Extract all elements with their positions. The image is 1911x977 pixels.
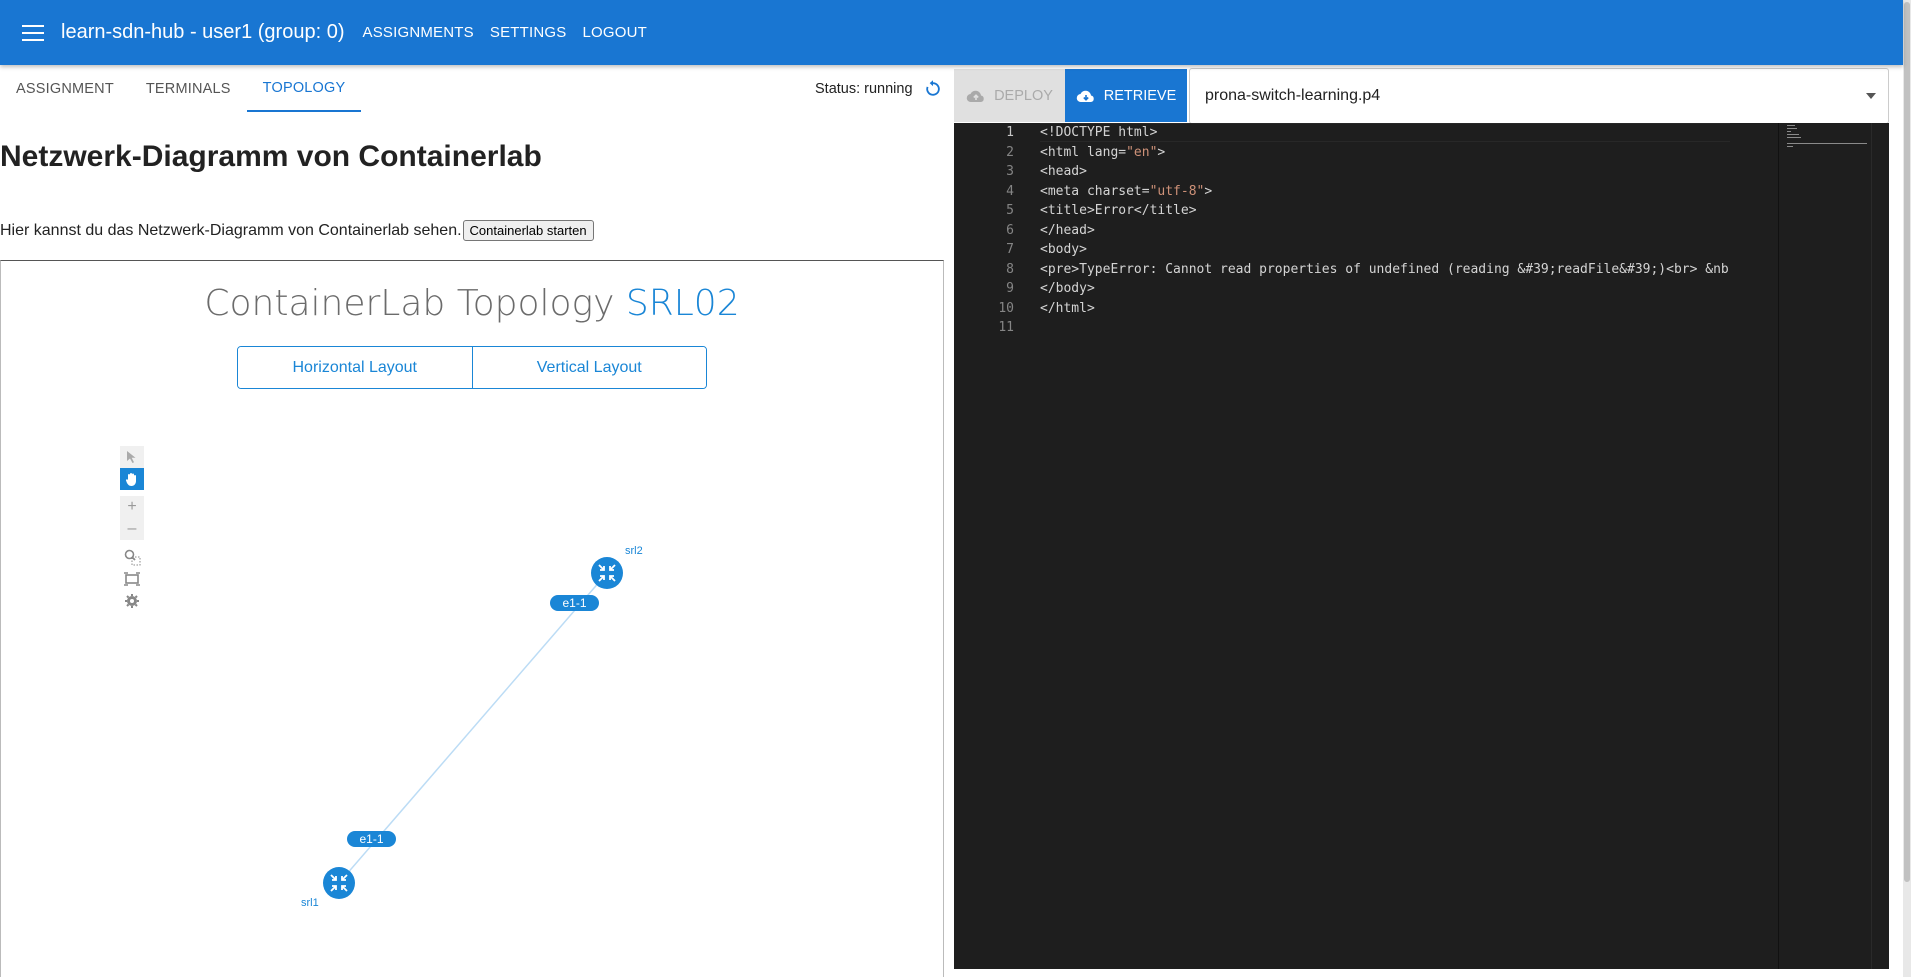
status-label: Status: running [815, 81, 913, 97]
retrieve-label: RETRIEVE [1103, 87, 1177, 104]
minimap-line [1787, 143, 1867, 144]
editor-pane: DEPLOY RETRIEVE prona-switch-learning.p4… [954, 65, 1889, 970]
cloud-download-icon [1076, 90, 1094, 102]
minimap-line [1787, 125, 1795, 126]
nav-logout[interactable]: LOGOUT [582, 24, 647, 41]
tab-terminals[interactable]: TERMINALS [130, 65, 247, 112]
line-number: 6 [1006, 222, 1014, 238]
chevron-down-icon [1866, 93, 1876, 99]
line-number: 9 [1006, 281, 1014, 296]
svg-text:e1-1: e1-1 [562, 596, 586, 610]
node-srl1-icon[interactable] [323, 867, 355, 899]
zoom-selection-icon[interactable] [120, 546, 144, 568]
intro-line: Hier kannst du das Netzwerk-Diagramm von… [0, 220, 594, 241]
select-pointer-icon[interactable] [120, 446, 144, 468]
settings-gear-icon[interactable] [120, 590, 144, 612]
intro-text: Hier kannst du das Netzwerk-Diagramm von… [0, 221, 462, 239]
code-line: </head> [1040, 222, 1095, 238]
code-line: <pre>TypeError: Cannot read properties o… [1040, 261, 1730, 277]
minimap[interactable] [1778, 123, 1871, 969]
deploy-label: DEPLOY [994, 87, 1053, 104]
file-select-dropdown[interactable]: prona-switch-learning.p4 [1189, 68, 1889, 124]
line-number-gutter: 1 2 3 4 5 6 7 8 9 10 11 [954, 123, 1022, 969]
code-editor[interactable]: 1 2 3 4 5 6 7 8 9 10 11 <!DOCTYPE html> <html lang=… [954, 123, 1889, 969]
start-containerlab-button[interactable]: Containerlab starten [462, 220, 594, 241]
line-number: 7 [1006, 242, 1014, 257]
node-srl2-icon[interactable] [591, 557, 623, 589]
code-line: <html lang="en"> [1040, 144, 1166, 160]
fit-to-screen-icon[interactable] [120, 568, 144, 590]
code-area[interactable]: <!DOCTYPE html> <html lang="en"> <head> <me… [1040, 123, 1730, 969]
svg-text:e1-1: e1-1 [359, 832, 383, 846]
tab-topology[interactable]: TOPOLOGY [246, 65, 362, 112]
tab-assignment[interactable]: ASSIGNMENT [0, 65, 130, 112]
line-number: 1 [1006, 125, 1014, 140]
app-bar: learn-sdn-hub - user1 (group: 0) ASSIGNM… [0, 0, 1903, 65]
editor-scrollbar[interactable] [1871, 123, 1885, 969]
nav-assignments[interactable]: ASSIGNMENTS [362, 24, 473, 41]
page-scrollbar[interactable] [1903, 0, 1911, 977]
minimap-line [1787, 134, 1799, 135]
minimap-line [1787, 137, 1801, 138]
cloud-upload-icon [966, 90, 984, 102]
minimap-line [1787, 128, 1797, 129]
minimap-line [1787, 131, 1791, 132]
selected-file: prona-switch-learning.p4 [1205, 87, 1381, 104]
page-scrollbar-thumb[interactable] [1904, 2, 1910, 882]
code-line: </body> [1040, 281, 1095, 296]
port-label-srl2: e1-1 [550, 595, 599, 611]
line-number: 3 [1006, 164, 1014, 179]
line-number: 2 [1006, 144, 1014, 160]
tab-bar: ASSIGNMENT TERMINALS TOPOLOGY [0, 65, 362, 112]
pan-hand-icon[interactable] [120, 468, 144, 490]
diagram-toolbar: + – [120, 446, 144, 612]
left-pane: ASSIGNMENT TERMINALS TOPOLOGY Status: ru… [0, 65, 944, 977]
port-label-srl1: e1-1 [347, 831, 396, 847]
code-line: <body> [1040, 242, 1087, 257]
zoom-out-icon[interactable]: – [120, 518, 144, 540]
hamburger-menu-icon[interactable] [22, 24, 44, 41]
retrieve-button[interactable]: RETRIEVE [1065, 69, 1187, 122]
code-line: </html> [1040, 300, 1095, 316]
code-line: <head> [1040, 164, 1087, 179]
code-line: <title>Error</title> [1040, 203, 1197, 218]
node-srl2-label: srl2 [625, 545, 643, 557]
refresh-icon[interactable] [923, 79, 943, 99]
minimap-line [1787, 146, 1793, 147]
status-indicator: Status: running [815, 79, 943, 99]
line-number: 8 [1006, 261, 1014, 277]
line-number: 4 [1006, 183, 1014, 199]
page-title: Netzwerk-Diagramm von Containerlab [0, 140, 542, 173]
app-title: learn-sdn-hub - user1 (group: 0) [61, 21, 345, 43]
zoom-in-icon[interactable]: + [120, 496, 144, 518]
mode-group [120, 446, 144, 490]
topology-frame: ContainerLab Topology SRL02 Horizontal L… [0, 260, 944, 977]
node-srl1-label: srl1 [301, 897, 319, 909]
nav-settings[interactable]: SETTINGS [490, 24, 567, 41]
topology-canvas[interactable]: e1-1 e1-1 srl2 srl1 [1, 261, 943, 977]
code-line: <meta charset="utf-8"> [1040, 183, 1213, 199]
deploy-button[interactable]: DEPLOY [954, 69, 1065, 122]
code-line: <!DOCTYPE html> [1040, 125, 1158, 140]
zoom-group: + – [120, 496, 144, 540]
line-number: 10 [998, 300, 1014, 316]
line-number: 5 [1006, 203, 1014, 218]
line-number: 11 [998, 320, 1014, 335]
